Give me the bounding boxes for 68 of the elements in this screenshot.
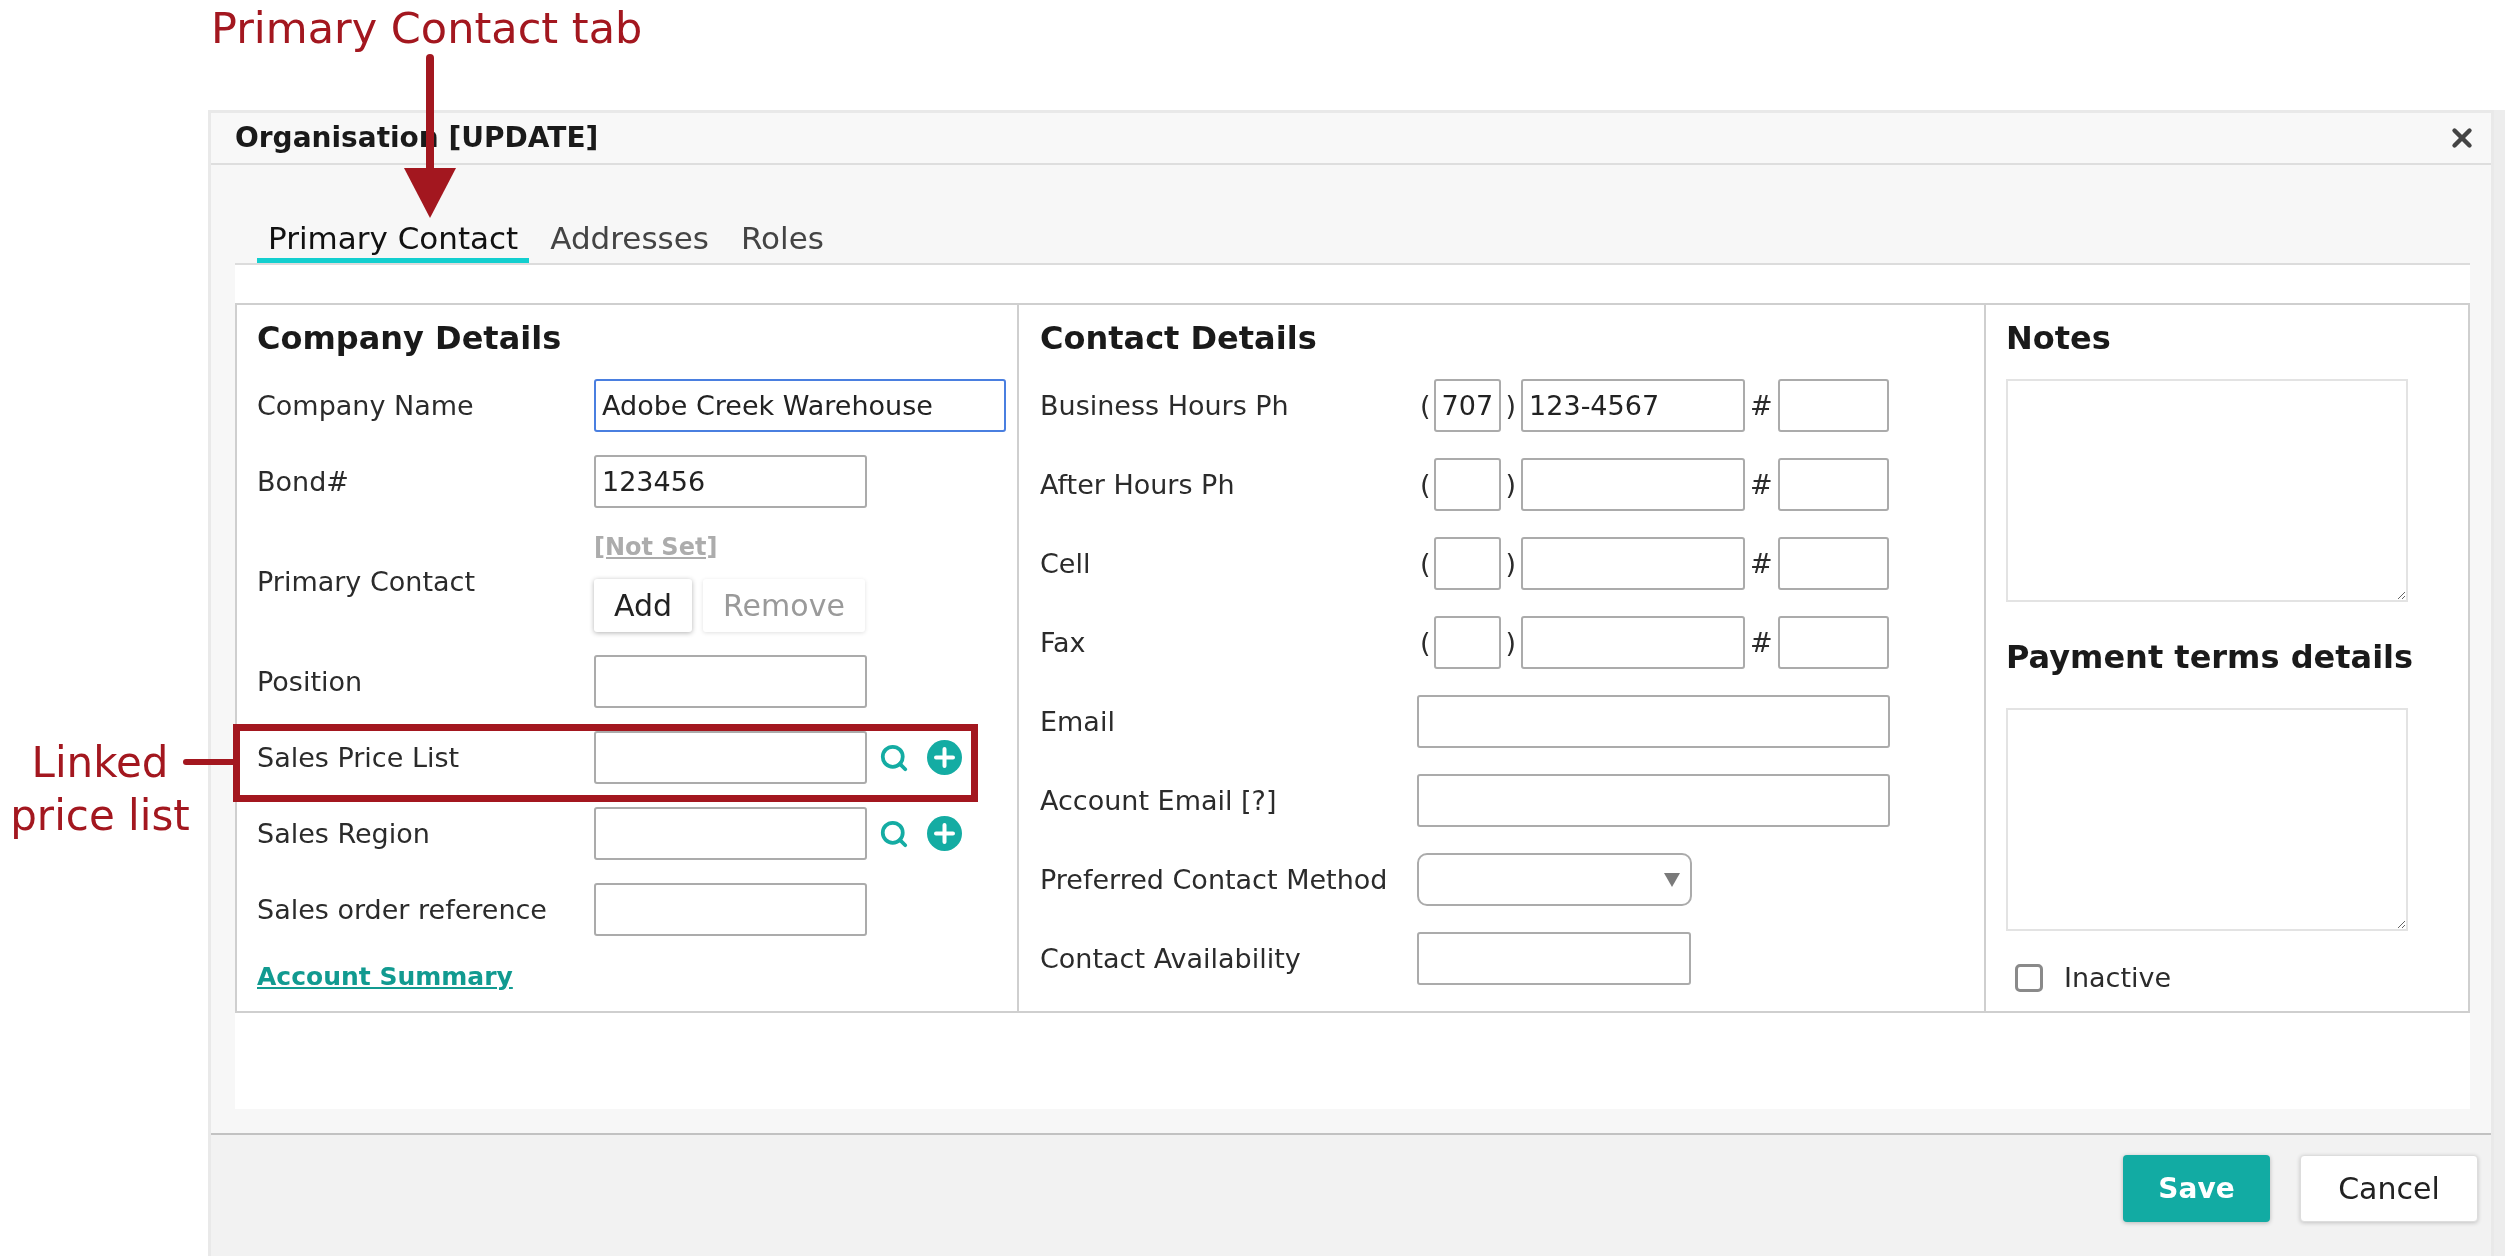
add-icon[interactable] bbox=[927, 740, 962, 775]
field-label: Business Hours Ph bbox=[1040, 389, 1289, 421]
text-field[interactable] bbox=[594, 807, 867, 860]
field-label: Company Name bbox=[257, 389, 474, 421]
close-paren: ) bbox=[1504, 625, 1518, 660]
area-code-field[interactable] bbox=[1433, 616, 1501, 669]
text-field[interactable] bbox=[594, 655, 867, 708]
section-heading: Company Details bbox=[257, 318, 563, 359]
hash-sign: # bbox=[1749, 388, 1774, 423]
open-paren: ( bbox=[1419, 546, 1432, 581]
field-label: Contact Availability bbox=[1040, 942, 1301, 974]
field-label: Email bbox=[1040, 705, 1115, 737]
add-icon[interactable] bbox=[927, 816, 962, 851]
field-label: Sales Region bbox=[257, 817, 430, 849]
tab[interactable]: Roles bbox=[729, 218, 835, 263]
text-field[interactable] bbox=[1417, 774, 1890, 827]
text-field[interactable]: Adobe Creek Warehouse bbox=[594, 379, 1006, 432]
phone-number-field[interactable] bbox=[1521, 537, 1746, 590]
open-paren: ( bbox=[1419, 467, 1432, 502]
hash-sign: # bbox=[1749, 467, 1774, 502]
extension-field[interactable] bbox=[1777, 616, 1889, 669]
text-field[interactable] bbox=[1417, 695, 1890, 748]
field-label: Fax bbox=[1040, 626, 1086, 658]
field-label: Sales Price List bbox=[257, 741, 460, 773]
field-label: Preferred Contact Method bbox=[1040, 863, 1388, 895]
field-label: Account Email [?] bbox=[1040, 784, 1277, 816]
dropdown[interactable] bbox=[1417, 853, 1692, 906]
checkbox-label: Inactive bbox=[2064, 961, 2172, 995]
section-heading: Payment terms details bbox=[2006, 637, 2414, 678]
hash-sign: # bbox=[1749, 625, 1774, 660]
extension-field[interactable] bbox=[1777, 458, 1889, 511]
checkbox[interactable] bbox=[2015, 964, 2043, 992]
callout-label: Primary Contact tab bbox=[211, 2, 643, 54]
section-heading: Contact Details bbox=[1040, 318, 1318, 359]
hash-sign: # bbox=[1749, 546, 1774, 581]
close-paren: ) bbox=[1504, 467, 1518, 502]
text-field[interactable] bbox=[1417, 932, 1691, 985]
field-label: After Hours Ph bbox=[1040, 468, 1235, 500]
notes-field[interactable] bbox=[2006, 379, 2408, 602]
text-field[interactable] bbox=[594, 883, 867, 936]
area-code-field[interactable] bbox=[1433, 458, 1501, 511]
search-icon[interactable] bbox=[879, 818, 909, 849]
search-icon[interactable] bbox=[879, 742, 909, 773]
text-field[interactable] bbox=[594, 731, 867, 784]
text-field[interactable]: 123456 bbox=[594, 455, 867, 508]
extension-field[interactable] bbox=[1777, 537, 1889, 590]
field-label: Bond# bbox=[257, 465, 349, 497]
extension-field[interactable] bbox=[1777, 379, 1889, 432]
phone-number-field[interactable] bbox=[1521, 616, 1746, 669]
open-paren: ( bbox=[1419, 625, 1432, 660]
close-paren: ) bbox=[1504, 546, 1518, 581]
tab[interactable]: Addresses bbox=[539, 218, 720, 263]
open-paren: ( bbox=[1419, 388, 1432, 423]
phone-number-field[interactable]: 123-4567 bbox=[1521, 379, 1746, 432]
field-label: Primary Contact bbox=[257, 565, 475, 597]
section-heading: Notes bbox=[2006, 318, 2111, 359]
field-label: Sales order reference bbox=[257, 893, 547, 925]
payment-terms-field[interactable] bbox=[2006, 708, 2408, 931]
field-label: Cell bbox=[1040, 547, 1091, 579]
phone-number-field[interactable] bbox=[1521, 458, 1746, 511]
field-label: Position bbox=[257, 665, 363, 697]
caret-icon bbox=[1664, 872, 1680, 887]
cancel-button[interactable]: Cancel bbox=[2300, 1155, 2478, 1222]
callout-label: Linked price list bbox=[9, 737, 191, 842]
area-code-field[interactable]: 707 bbox=[1433, 379, 1501, 432]
area-code-field[interactable] bbox=[1433, 537, 1501, 590]
add-button[interactable]: Add bbox=[594, 579, 693, 632]
close-paren: ) bbox=[1504, 388, 1518, 423]
